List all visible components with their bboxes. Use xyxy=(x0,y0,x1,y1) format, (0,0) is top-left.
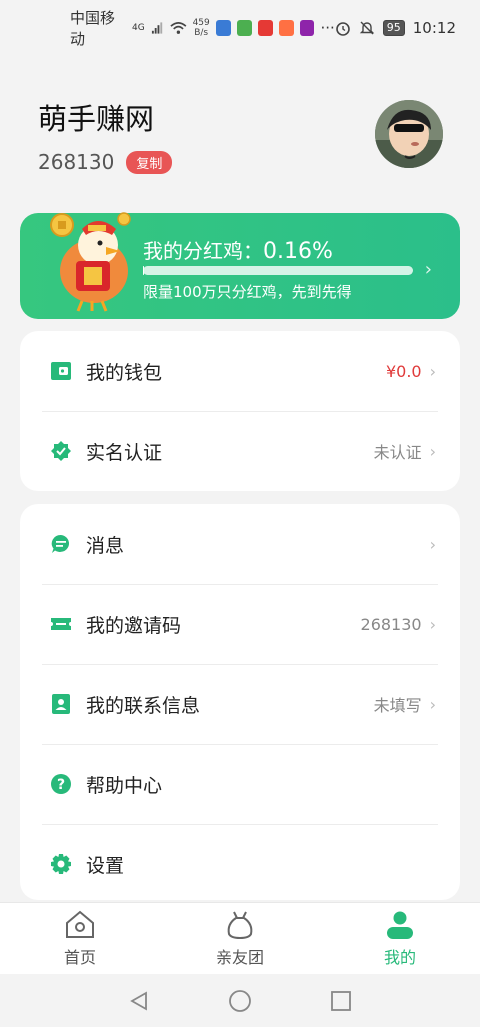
app-notification-icon xyxy=(215,20,231,36)
settings-label: 设置 xyxy=(86,854,125,877)
person-icon xyxy=(387,911,413,939)
verification-row[interactable]: 实名认证 未认证 › xyxy=(20,411,460,491)
invite-code-value: 268130 xyxy=(360,614,422,634)
bottom-navigation: 首页 亲友团 我的 xyxy=(0,902,480,974)
chevron-right-icon: › xyxy=(429,534,436,554)
chevron-right-icon: › xyxy=(429,361,436,381)
help-center-row[interactable]: ? 帮助中心 xyxy=(20,744,460,824)
dividend-percent: 0.16% xyxy=(263,239,333,264)
chevron-right-icon: › xyxy=(429,441,436,461)
contact-info-status: 未填写 xyxy=(373,696,422,715)
app-notification-icon xyxy=(299,20,315,36)
avatar-image xyxy=(375,100,443,168)
verification-status: 未认证 xyxy=(373,443,422,462)
network-type: 4G xyxy=(132,23,145,33)
messages-label: 消息 xyxy=(86,534,125,557)
dividend-card[interactable]: 我的分红鸡：0.16% 限量100万只分红鸡，先到先得 › xyxy=(20,212,460,319)
clock: 10:12 xyxy=(412,19,456,37)
home-button-icon[interactable] xyxy=(228,989,252,1013)
speed-value: 459 xyxy=(192,18,210,28)
wallet-row[interactable]: 我的钱包 ¥0.0 › xyxy=(20,331,460,411)
bag-icon xyxy=(227,911,253,939)
menu-card: 消息 › 我的邀请码 268130 › 我的联系信息 未填写 › ? 帮助中心 … xyxy=(20,504,460,900)
more-notifications: ··· xyxy=(320,19,335,37)
nav-friends-group[interactable]: 亲友团 xyxy=(160,903,320,974)
settings-row[interactable]: 设置 xyxy=(20,824,460,904)
contact-info-label: 我的联系信息 xyxy=(86,694,201,717)
dividend-title-prefix: 我的分红鸡： xyxy=(143,239,263,263)
wifi-icon xyxy=(170,22,187,34)
status-bar: 中国移动 4G 459 B/s ··· 95 10:12 xyxy=(0,0,480,56)
avatar[interactable] xyxy=(375,100,443,168)
wallet-label: 我的钱包 xyxy=(86,361,163,384)
nav-mine-label: 我的 xyxy=(383,947,416,967)
nav-friends-group-label: 亲友团 xyxy=(215,947,264,967)
nav-home-label: 首页 xyxy=(63,947,96,967)
help-center-label: 帮助中心 xyxy=(86,774,163,797)
home-icon xyxy=(66,910,94,938)
nav-home[interactable]: 首页 xyxy=(0,903,160,974)
account-card: 我的钱包 ¥0.0 › 实名认证 未认证 › xyxy=(20,331,460,491)
invite-code-row[interactable]: 我的邀请码 268130 › xyxy=(20,584,460,664)
message-icon xyxy=(50,533,72,555)
system-navigation-bar xyxy=(0,974,480,1027)
contact-card-icon xyxy=(50,693,72,715)
help-icon: ? xyxy=(50,773,72,795)
verified-badge-icon xyxy=(50,440,72,462)
app-notification-icon xyxy=(257,20,273,36)
profile-id-row: 268130 复制 xyxy=(38,150,173,174)
signal-icon xyxy=(151,22,162,34)
recents-icon[interactable] xyxy=(330,990,352,1012)
wallet-balance: ¥0.0 xyxy=(385,361,422,381)
chevron-right-icon: › xyxy=(424,259,432,280)
messages-row[interactable]: 消息 › xyxy=(20,504,460,584)
dividend-subtitle: 限量100万只分红鸡，先到先得 xyxy=(143,283,352,301)
speed-unit: B/s xyxy=(194,28,209,38)
carrier-label: 中国移动 xyxy=(70,9,116,48)
chevron-right-icon: › xyxy=(429,614,436,634)
battery-indicator: 95 xyxy=(382,20,405,36)
contact-info-row[interactable]: 我的联系信息 未填写 › xyxy=(20,664,460,744)
gear-icon xyxy=(50,853,72,875)
svg-text:?: ? xyxy=(57,777,65,793)
network-speed: 459 B/s xyxy=(193,18,210,38)
copy-button[interactable]: 复制 xyxy=(126,150,173,174)
dividend-title: 我的分红鸡：0.16% xyxy=(143,235,333,264)
dividend-progress-bar xyxy=(143,266,413,275)
back-icon[interactable] xyxy=(128,990,150,1012)
verification-label: 实名认证 xyxy=(86,441,163,464)
profile-id: 268130 xyxy=(38,150,115,174)
invite-code-label: 我的邀请码 xyxy=(86,614,182,637)
chevron-right-icon: › xyxy=(429,694,436,714)
app-notification-icon xyxy=(236,20,252,36)
alarm-icon xyxy=(335,22,350,36)
ticket-icon xyxy=(50,613,72,635)
profile-name: 萌手赚网 xyxy=(38,102,155,136)
fortune-chicken-illustration xyxy=(50,212,131,312)
app-notification-icon xyxy=(278,20,294,36)
wallet-icon xyxy=(50,360,72,382)
mute-icon xyxy=(359,21,374,35)
nav-mine[interactable]: 我的 xyxy=(320,903,480,974)
